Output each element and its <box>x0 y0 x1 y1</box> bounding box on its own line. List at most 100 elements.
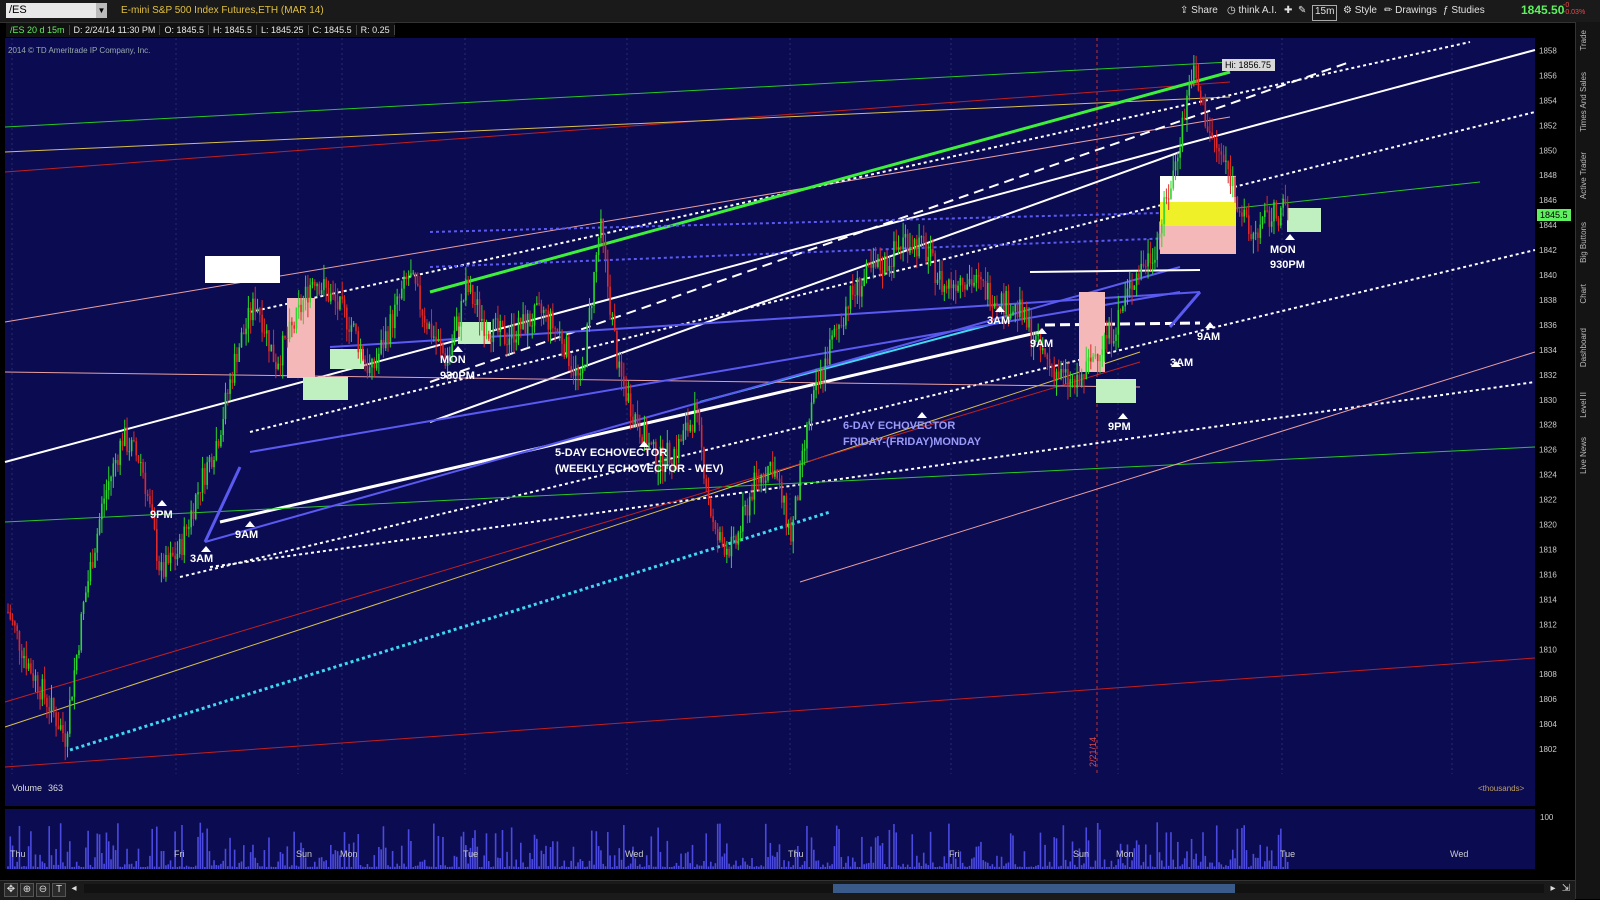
volume-bar <box>751 858 753 869</box>
tools-button[interactable]: ✎ <box>1298 4 1306 18</box>
candle-body <box>483 318 485 336</box>
x-tick-label: Wed <box>1450 849 1468 859</box>
symbol-input[interactable]: /ES <box>6 3 100 18</box>
chart-annotation: FRIDAY-(FRIDAY)MONDAY <box>843 436 982 448</box>
candle-body <box>471 284 474 305</box>
candle-body <box>845 306 847 326</box>
candle-body <box>213 459 215 468</box>
candle-body <box>984 280 987 300</box>
volume-bar <box>849 866 852 869</box>
pan-tool-icon[interactable]: ✥ <box>4 883 18 897</box>
candle-body <box>1218 147 1220 152</box>
chart-annotation: (WEEKLY ECHOVECTOR - WEV) <box>555 463 724 475</box>
y-tick-label: 1832 <box>1539 371 1557 380</box>
volume-bar <box>36 866 39 869</box>
side-tab-times-and-sales[interactable]: Times And Sales <box>1579 72 1588 132</box>
zoom-out-icon[interactable]: ⊖ <box>36 883 50 897</box>
candle-body <box>1172 170 1175 189</box>
y-tick-label: 1808 <box>1539 670 1557 679</box>
candle-body <box>600 218 602 239</box>
candle-body <box>416 283 419 286</box>
share-button[interactable]: ⇪ Share <box>1180 4 1218 18</box>
volume-bar <box>753 866 756 869</box>
volume-bar <box>680 853 682 869</box>
side-tab-level-ii[interactable]: Level II <box>1579 392 1588 418</box>
share-icon: ⇪ <box>1180 5 1189 16</box>
candle-body <box>1122 306 1124 312</box>
volume-bar <box>39 854 41 869</box>
volume-bar <box>286 846 289 869</box>
scroll-left-icon[interactable]: ◂ <box>68 883 80 895</box>
volume-bar <box>552 841 554 869</box>
volume-bar <box>845 862 847 869</box>
candle-body <box>103 498 105 504</box>
candle-body <box>684 422 687 431</box>
volume-bar <box>998 866 1001 869</box>
volume-bar <box>213 860 215 869</box>
candle-body <box>94 552 96 568</box>
scroll-right-icon[interactable]: ▸ <box>1547 883 1559 895</box>
volume-bar <box>119 866 121 869</box>
y-tick-label: 1838 <box>1539 296 1557 305</box>
volume-bar <box>231 866 234 869</box>
candle-body <box>1094 354 1097 357</box>
side-tab-active-trader[interactable]: Active Trader <box>1579 152 1588 199</box>
side-tab-live-news[interactable]: Live News <box>1579 437 1588 474</box>
studies-button[interactable]: ƒ Studies <box>1443 4 1485 18</box>
candle-body <box>229 379 231 394</box>
think-button[interactable]: ◷ think A.I. <box>1227 4 1277 18</box>
candle-body <box>1117 310 1120 335</box>
candle-body <box>895 241 898 250</box>
candle-body <box>829 339 831 365</box>
text-tool-icon[interactable]: T <box>52 883 66 897</box>
zoom-in-icon[interactable]: ⊕ <box>20 883 34 897</box>
candle-body <box>746 504 749 516</box>
side-tab-chart[interactable]: Chart <box>1579 284 1588 304</box>
time-scrollbar-thumb[interactable] <box>833 884 1235 893</box>
candle-body <box>1147 253 1149 267</box>
candle-body <box>552 311 554 329</box>
price-chart[interactable]: 9PM 3AM 9AM MON 930PM 5-DAY ECHOVECTOR (WEEKLY… <box>0 22 1575 880</box>
crosshair-button[interactable]: ✚ <box>1284 4 1292 18</box>
candle-body <box>510 324 513 339</box>
y-tick-label: 1852 <box>1539 121 1557 130</box>
candle-body <box>1234 176 1236 198</box>
volume-bar <box>78 865 80 869</box>
volume-bar <box>1009 833 1012 869</box>
candle-body <box>261 314 263 333</box>
volume-bar <box>515 859 518 869</box>
candle-body <box>964 284 966 290</box>
drawings-button[interactable]: ✏ Drawings <box>1384 4 1437 18</box>
style-button[interactable]: ⚙ Style <box>1343 4 1377 18</box>
current-price-label: 1845.5 <box>1540 210 1568 220</box>
volume-bar <box>764 823 767 869</box>
volume-bar <box>435 866 437 869</box>
candle-body <box>101 503 103 520</box>
candle-body <box>323 279 325 291</box>
chart-annotation: 930PM <box>440 370 475 382</box>
candle-body <box>107 481 110 491</box>
volume-bar <box>281 853 284 869</box>
side-tab-dashboard[interactable]: Dashboard <box>1579 328 1588 367</box>
candle-body <box>1046 354 1049 360</box>
x-tick-label: Mon <box>1116 849 1134 859</box>
side-tab-trade[interactable]: Trade <box>1579 30 1588 51</box>
time-scrollbar[interactable] <box>84 884 1544 893</box>
candle-body <box>167 554 170 564</box>
volume-bar <box>398 865 401 869</box>
volume-bar <box>1110 860 1113 869</box>
candle-body <box>1087 357 1090 362</box>
expand-icon[interactable]: ⇲ <box>1560 883 1572 895</box>
volume-bar <box>542 854 545 869</box>
interval-button[interactable]: 15m <box>1312 5 1338 21</box>
volume-bar <box>483 855 485 869</box>
volume-bar <box>149 855 151 869</box>
candle-body <box>423 315 426 323</box>
volume-bar <box>808 866 811 869</box>
candle-body <box>1195 65 1197 79</box>
volume-bar <box>625 866 627 869</box>
symbol-dropdown-icon[interactable]: ▼ <box>96 3 107 18</box>
side-tab-big-buttons[interactable]: Big Buttons <box>1579 222 1588 263</box>
volume-bar <box>481 866 483 869</box>
volume-bar <box>1275 866 1278 869</box>
